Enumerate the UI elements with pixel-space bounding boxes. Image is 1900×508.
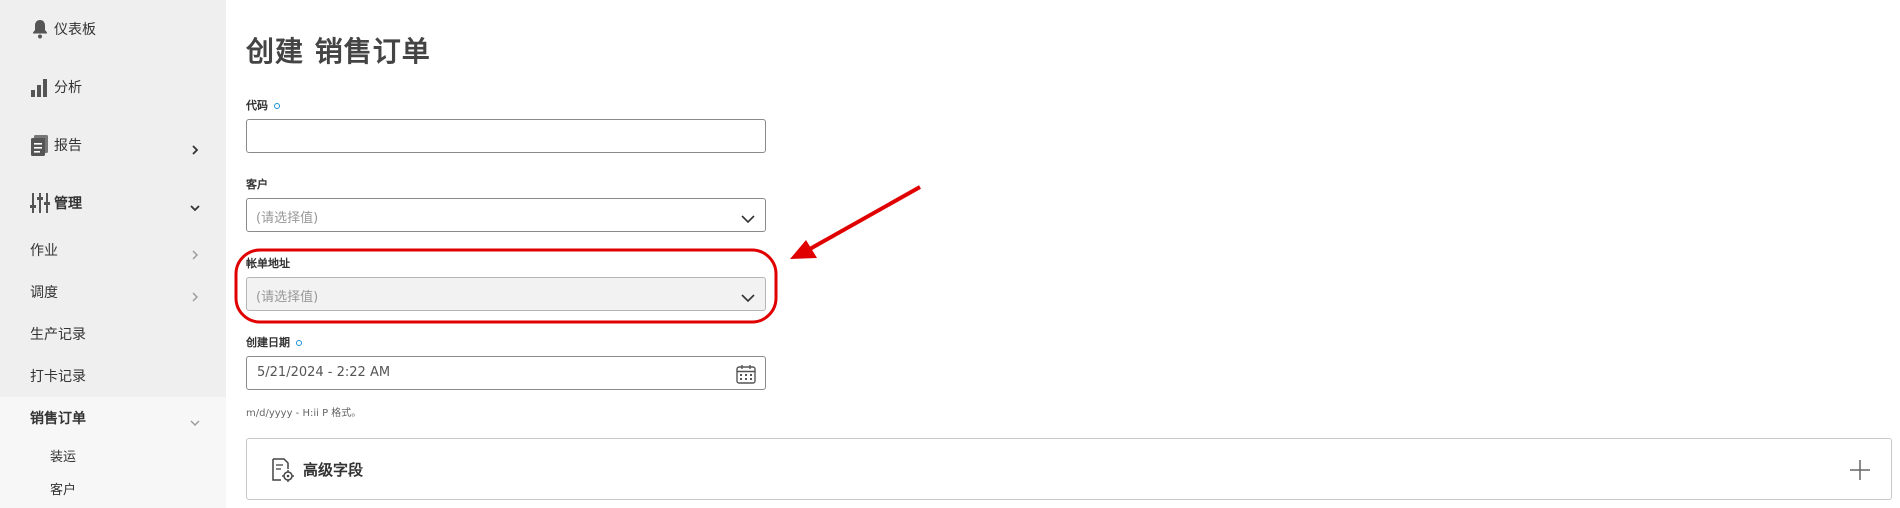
- sidebar-item-label: 管理: [54, 196, 82, 212]
- sliders-icon: [28, 191, 52, 215]
- customer-label: 客户: [246, 178, 268, 191]
- code-label-text: 代码: [246, 99, 268, 112]
- sidebar-item-label: 打卡记录: [30, 369, 86, 385]
- created-date-label-text: 创建日期: [246, 336, 290, 349]
- created-date-label: 创建日期: [246, 334, 302, 350]
- page-title: 创建 销售订单: [246, 35, 431, 68]
- sidebar-item-label: 客户: [50, 482, 77, 498]
- billing-address-select-placeholder: (请选择值): [256, 290, 319, 305]
- billing-address-label: 帐单地址: [246, 257, 290, 270]
- sidebar: 仪表板 分析 报告 管理 作业 调度 生产记录 打卡记录 销售订单 装运 客户: [0, 0, 226, 508]
- chevron-right-icon: [190, 245, 200, 260]
- required-indicator-icon: [296, 340, 302, 346]
- sidebar-item-clock-records[interactable]: 打卡记录: [0, 355, 226, 397]
- sidebar-item-production-records[interactable]: 生产记录: [0, 313, 226, 355]
- date-format-hint: m/d/yyyy - H:ii P 格式。: [246, 408, 362, 419]
- chevron-right-icon: [190, 140, 200, 155]
- calendar-icon[interactable]: [735, 363, 757, 385]
- sidebar-item-reports[interactable]: 报告: [0, 116, 226, 174]
- sidebar-item-sales-orders[interactable]: 销售订单: [0, 397, 226, 439]
- sidebar-item-label: 分析: [54, 80, 82, 96]
- sidebar-item-dashboard[interactable]: 仪表板: [0, 0, 226, 58]
- code-input[interactable]: [246, 119, 766, 153]
- bell-icon: [28, 17, 52, 41]
- billing-address-select[interactable]: (请选择值): [246, 277, 766, 311]
- advanced-fields-label: 高级字段: [303, 461, 364, 479]
- bar-chart-icon: [28, 75, 52, 99]
- main-content: 创建 销售订单 代码 客户 (请选择值) 帐单地址 (请选择值) 创建日期 5/…: [226, 0, 1900, 508]
- required-indicator-icon: [274, 103, 280, 109]
- created-date-value: 5/21/2024 - 2:22 AM: [257, 365, 391, 380]
- sidebar-item-label: 仪表板: [54, 22, 96, 38]
- sidebar-item-scheduling[interactable]: 调度: [0, 271, 226, 313]
- sidebar-item-management[interactable]: 管理: [0, 174, 226, 232]
- chevron-down-icon: [190, 413, 200, 426]
- sidebar-item-jobs[interactable]: 作业: [0, 229, 226, 271]
- chevron-down-icon: [741, 209, 755, 224]
- sidebar-item-label: 报告: [54, 138, 82, 154]
- sidebar-item-customers[interactable]: 客户: [0, 472, 226, 504]
- created-date-input[interactable]: 5/21/2024 - 2:22 AM: [246, 356, 766, 390]
- advanced-fields-panel[interactable]: 高级字段: [246, 438, 1892, 500]
- report-icon: [28, 133, 52, 157]
- chevron-right-icon: [190, 287, 200, 302]
- customer-select[interactable]: (请选择值): [246, 198, 766, 232]
- plus-icon[interactable]: [1847, 457, 1873, 483]
- document-settings-icon: [269, 457, 295, 483]
- chevron-down-icon: [741, 288, 755, 303]
- sidebar-item-shipments[interactable]: 装运: [0, 439, 226, 471]
- chevron-down-icon: [190, 198, 200, 212]
- sidebar-item-label: 调度: [30, 285, 58, 301]
- code-label: 代码: [246, 97, 280, 113]
- sidebar-item-label: 生产记录: [30, 327, 86, 343]
- sidebar-item-analytics[interactable]: 分析: [0, 58, 226, 116]
- sidebar-item-label: 装运: [50, 449, 77, 465]
- sidebar-item-label: 销售订单: [30, 411, 86, 427]
- customer-select-placeholder: (请选择值): [256, 211, 319, 226]
- sidebar-item-label: 作业: [30, 243, 58, 259]
